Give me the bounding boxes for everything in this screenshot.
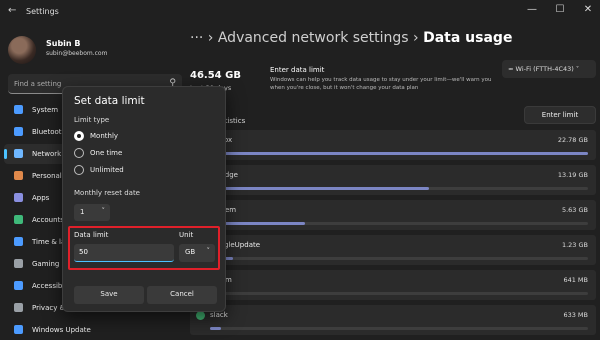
usage-bar <box>210 152 588 155</box>
radio-one-time[interactable]: One time <box>74 146 214 160</box>
page-title: Data usage <box>423 30 513 46</box>
chevron-down-icon: ˅ <box>101 207 106 215</box>
app-usage-row: steam641 MB <box>190 270 596 300</box>
usage-bar-fill <box>210 152 588 155</box>
title-bar: ← Settings — ☐ ✕ <box>0 0 600 26</box>
sidebar-item-label: Gaming <box>32 260 60 268</box>
app-usage-value: 633 MB <box>563 311 588 319</box>
app-usage-row: System5.63 GB <box>190 200 596 230</box>
reset-date-select[interactable]: 1 ˅ <box>74 204 110 221</box>
data-limit-label: Data limit <box>74 231 109 239</box>
app-name: slack <box>210 311 228 319</box>
window-title: Settings <box>26 7 59 16</box>
app-usage-row: msedge13.19 GB <box>190 165 596 195</box>
main-content: ··· › Advanced network settings › Data u… <box>190 26 600 337</box>
unit-label: Unit <box>179 231 194 239</box>
radio-monthly[interactable]: Monthly <box>74 129 214 143</box>
sidebar-item-label: Accounts <box>32 216 64 224</box>
close-button[interactable]: ✕ <box>580 4 596 15</box>
app-usage-row: firefox22.78 GB <box>190 130 596 160</box>
back-arrow-icon[interactable]: ← <box>8 5 16 16</box>
radio-label: Monthly <box>90 132 119 140</box>
user-name: Subin B <box>46 39 81 48</box>
usage-bar <box>210 327 588 330</box>
update-icon <box>14 325 23 334</box>
network-icon <box>14 149 23 158</box>
bluetooth-icon <box>14 127 23 136</box>
usage-bar-fill <box>210 327 222 330</box>
radio-label: Unlimited <box>90 166 124 174</box>
dialog-title: Set data limit <box>74 95 145 107</box>
app-usage-value: 5.63 GB <box>561 206 588 214</box>
app-usage-value: 22.78 GB <box>557 136 588 144</box>
usage-bar <box>210 257 588 260</box>
reset-date-label: Monthly reset date <box>74 189 140 197</box>
breadcrumb: ··· › Advanced network settings › Data u… <box>190 30 512 46</box>
radio-unlimited[interactable]: Unlimited <box>74 163 214 177</box>
enter-limit-title: Enter data limit <box>270 66 325 74</box>
apps-icon <box>14 193 23 202</box>
app-usage-row: GoogleUpdate 1.23 GB <box>190 235 596 265</box>
usage-bar <box>210 292 588 295</box>
avatar <box>8 36 36 64</box>
app-usage-value: 641 MB <box>563 276 588 284</box>
minimize-button[interactable]: — <box>524 4 540 15</box>
limit-type-label: Limit type <box>74 116 110 124</box>
enter-limit-button[interactable]: Enter limit <box>524 106 596 124</box>
set-data-limit-dialog: Set data limit Limit type Monthly One ti… <box>62 86 226 312</box>
cancel-button[interactable]: Cancel <box>147 286 217 304</box>
network-select[interactable]: ≈ Wi-Fi (FTTH-4C43) ˅ <box>502 60 596 78</box>
usage-bar <box>210 222 588 225</box>
total-usage: 46.54 GB <box>190 70 241 81</box>
sidebar-item-label: System <box>32 106 59 114</box>
sidebar-item-label: Apps <box>32 194 50 202</box>
app-icon <box>196 311 205 320</box>
radio-selected-icon <box>74 131 84 141</box>
save-button[interactable]: Save <box>74 286 144 304</box>
shield-icon <box>14 303 23 312</box>
radio-label: One time <box>90 149 123 157</box>
globe-icon <box>14 237 23 246</box>
app-usage-value: 1.23 GB <box>561 241 588 249</box>
network-select-value: Wi-Fi (FTTH-4C43) <box>515 65 574 73</box>
wifi-icon: ≈ <box>508 65 514 73</box>
data-limit-input[interactable]: 50 <box>74 244 174 262</box>
app-usage-value: 13.19 GB <box>557 171 588 179</box>
brush-icon <box>14 171 23 180</box>
accessibility-icon <box>14 281 23 290</box>
reset-date-value: 1 <box>80 208 85 216</box>
accounts-icon <box>14 215 23 224</box>
radio-empty-icon <box>74 165 84 175</box>
app-usage-row: slack 633 MB <box>190 305 596 335</box>
unit-value: GB <box>185 248 196 256</box>
breadcrumb-path[interactable]: ··· › Advanced network settings › <box>190 30 423 46</box>
chevron-down-icon: ˅ <box>575 65 580 73</box>
usage-bar-fill <box>210 187 430 190</box>
sidebar-item-label: Windows Update <box>32 326 91 334</box>
user-email: subin@beebom.com <box>46 50 108 57</box>
enter-limit-description: Windows can help you track data usage to… <box>270 77 492 91</box>
search-placeholder: Find a setting <box>14 80 62 88</box>
radio-empty-icon <box>74 148 84 158</box>
unit-select[interactable]: GB ˅ <box>179 244 215 262</box>
usage-bar <box>210 187 588 190</box>
active-indicator <box>4 149 7 159</box>
sidebar-item-windows[interactable]: Windows Update <box>4 320 186 340</box>
gaming-icon <box>14 259 23 268</box>
system-icon <box>14 105 23 114</box>
maximize-button[interactable]: ☐ <box>552 4 568 15</box>
chevron-down-icon: ˅ <box>206 247 211 255</box>
